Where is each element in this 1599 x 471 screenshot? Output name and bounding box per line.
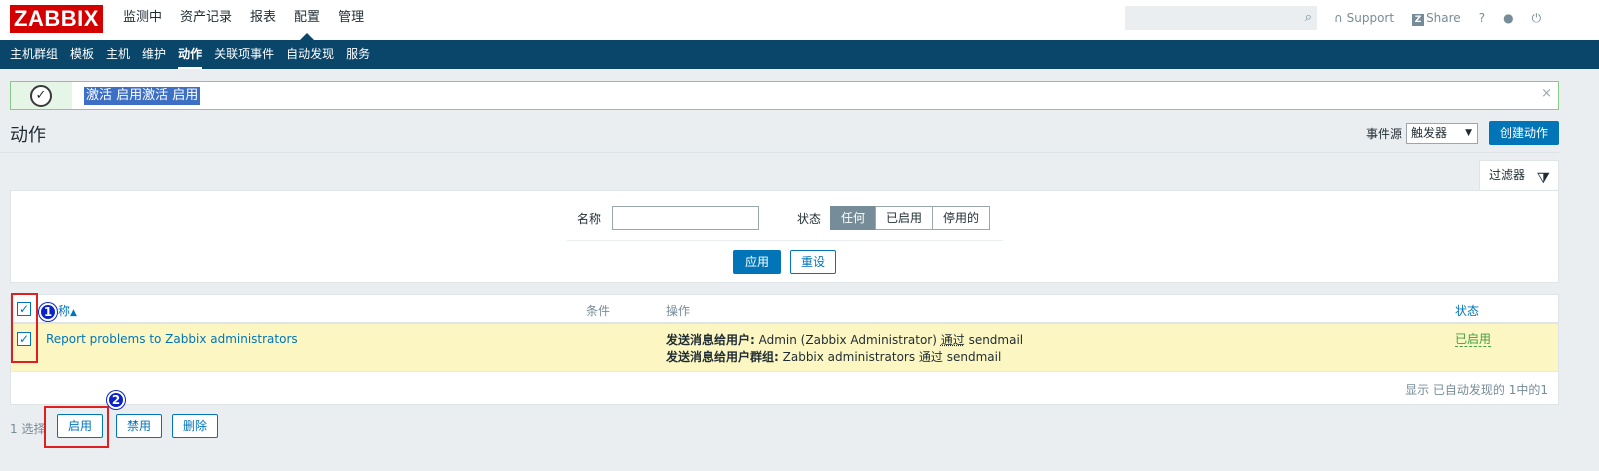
message-text: 激活 启用激活 启用 bbox=[84, 87, 201, 105]
menu-configuration[interactable]: 配置 bbox=[285, 0, 329, 40]
delete-button[interactable]: 删除 bbox=[172, 414, 219, 438]
filter-divider bbox=[567, 240, 1003, 241]
highlight-box-enable bbox=[44, 406, 109, 448]
support-link[interactable]: ∩ Support bbox=[1334, 11, 1394, 25]
operation-line-user: 发送消息给用户: Admin (Zabbix Administrator) 通过… bbox=[666, 333, 1024, 347]
column-conditions-header: 条件 bbox=[586, 304, 611, 318]
subnav-actions[interactable]: 动作 bbox=[172, 40, 208, 69]
subnav-services[interactable]: 服务 bbox=[340, 40, 376, 69]
table-header: ✓ 名称▲ 条件 操作 状态 bbox=[11, 295, 1558, 324]
step-badge-1: 1 bbox=[39, 303, 57, 321]
help-icon[interactable]: ? bbox=[1479, 11, 1485, 25]
status-enabled-option[interactable]: 已启用 bbox=[875, 206, 934, 230]
action-name-link[interactable]: Report problems to Zabbix administrators bbox=[46, 332, 298, 346]
success-message: ✓ 激活 启用激活 启用 × bbox=[10, 81, 1559, 110]
user-profile-icon[interactable]: ● bbox=[1503, 11, 1513, 25]
highlight-box-checkboxes bbox=[11, 293, 38, 363]
top-links: ∩ Support Z Share ? ● ⏻ bbox=[1334, 0, 1541, 36]
subnav-event-correlation[interactable]: 关联项事件 bbox=[208, 40, 280, 69]
page-title: 动作 bbox=[10, 125, 46, 146]
selected-count: 1 选择 bbox=[10, 422, 46, 436]
check-icon: ✓ bbox=[30, 85, 52, 107]
filter-name-input[interactable] bbox=[612, 206, 759, 230]
action-operations: 发送消息给用户: Admin (Zabbix Administrator) 通过… bbox=[666, 332, 1023, 366]
subnav-discovery[interactable]: 自动发现 bbox=[280, 40, 340, 69]
column-operations-header: 操作 bbox=[666, 304, 691, 318]
close-icon[interactable]: × bbox=[1541, 86, 1552, 101]
sub-navigation: 主机群组 模板 主机 维护 动作 关联项事件 自动发现 服务 bbox=[0, 40, 1599, 69]
event-source-label: 事件源 bbox=[1365, 126, 1402, 141]
logout-icon[interactable]: ⏻ bbox=[1532, 11, 1542, 26]
main-menu: 监测中 资产记录 报表 配置 管理 bbox=[114, 0, 373, 40]
filter-apply-button[interactable]: 应用 bbox=[733, 250, 782, 274]
disable-button[interactable]: 禁用 bbox=[116, 414, 163, 438]
operation-line-group: 发送消息给用户群组: Zabbix administrators 通过 send… bbox=[666, 350, 1002, 364]
actions-table: ✓ 名称▲ 条件 操作 状态 ✓ Report problems to Zabb… bbox=[10, 294, 1559, 405]
menu-reports[interactable]: 报表 bbox=[241, 0, 285, 40]
success-indicator: ✓ bbox=[11, 82, 72, 109]
status-badge[interactable]: 已启用 bbox=[1455, 332, 1492, 347]
subnav-hosts[interactable]: 主机 bbox=[100, 40, 136, 69]
zabbix-logo[interactable]: ZABBIX bbox=[10, 5, 103, 33]
filter-name-label: 名称 bbox=[577, 212, 602, 226]
table-footer-count: 显示 已自动发现的 1中的1 bbox=[1405, 383, 1548, 397]
filter-tab[interactable]: 过滤器 ⧩ bbox=[1479, 160, 1559, 191]
share-link[interactable]: Z Share bbox=[1412, 11, 1461, 26]
menu-administration[interactable]: 管理 bbox=[329, 0, 373, 40]
status-any-option[interactable]: 任何 bbox=[830, 206, 877, 230]
filter-panel: 名称 状态 任何 已启用 停用的 应用 重设 bbox=[10, 190, 1559, 283]
headset-icon: ∩ bbox=[1334, 11, 1343, 25]
menu-monitoring[interactable]: 监测中 bbox=[114, 0, 171, 40]
search-input[interactable]: ⌕ bbox=[1125, 6, 1317, 30]
table-row: ✓ Report problems to Zabbix administrato… bbox=[11, 324, 1558, 372]
subnav-templates[interactable]: 模板 bbox=[64, 40, 100, 69]
sort-ascending-icon: ▲ bbox=[70, 308, 77, 318]
filter-icon: ⧩ bbox=[1536, 169, 1550, 187]
create-action-button[interactable]: 创建动作 bbox=[1488, 121, 1559, 145]
event-source-select[interactable]: 触发器 ▼ bbox=[1405, 122, 1478, 144]
filter-status-segmented: 任何 已启用 停用的 bbox=[830, 206, 991, 230]
filter-status-label: 状态 bbox=[797, 212, 822, 226]
step-badge-2: 2 bbox=[107, 391, 125, 409]
menu-inventory[interactable]: 资产记录 bbox=[171, 0, 241, 40]
top-bar: ZABBIX 监测中 资产记录 报表 配置 管理 ⌕ ∩ Support Z Sh… bbox=[0, 0, 1599, 40]
divider bbox=[0, 152, 1559, 153]
search-icon[interactable]: ⌕ bbox=[1305, 10, 1312, 25]
subnav-host-groups[interactable]: 主机群组 bbox=[4, 40, 64, 69]
status-disabled-option[interactable]: 停用的 bbox=[932, 206, 991, 230]
column-status-header[interactable]: 状态 bbox=[1455, 302, 1479, 319]
header-controls: 事件源 触发器 ▼ 创建动作 bbox=[1366, 121, 1559, 145]
share-icon: Z bbox=[1412, 13, 1425, 26]
dropdown-arrow-icon: ▼ bbox=[1465, 127, 1472, 138]
subnav-maintenance[interactable]: 维护 bbox=[136, 40, 172, 69]
filter-reset-button[interactable]: 重设 bbox=[790, 250, 837, 274]
